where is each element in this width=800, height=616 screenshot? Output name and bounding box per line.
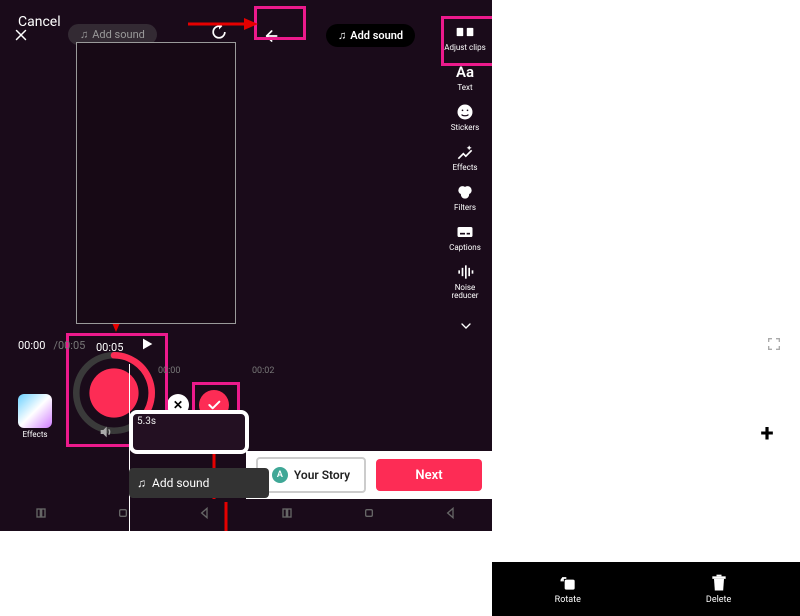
gap xyxy=(0,531,492,616)
delete-icon xyxy=(709,573,729,593)
rotate-icon xyxy=(558,573,578,593)
effects-label: Effects xyxy=(18,430,52,439)
add-clip-button[interactable]: + xyxy=(750,416,784,450)
clip-duration: 5.3s xyxy=(137,416,156,427)
post-record-screen: ♫ Add sound Adjust clips Aa Text Sticker… xyxy=(246,0,492,531)
delete-button[interactable]: Delete xyxy=(643,573,794,605)
effects-button[interactable]: Effects xyxy=(18,394,52,439)
music-note-icon: ♫ xyxy=(338,29,346,42)
nav-back-icon[interactable] xyxy=(443,505,459,525)
plus-icon: + xyxy=(760,419,773,447)
play-button[interactable] xyxy=(139,336,155,355)
effects-thumbnail xyxy=(18,394,52,428)
filters-tool[interactable]: Filters xyxy=(454,182,476,212)
add-sound-row[interactable]: ♫ Add sound xyxy=(129,468,269,498)
timeline-clip[interactable]: 5.3s xyxy=(129,410,249,454)
edit-tool-column: Adjust clips Aa Text Stickers Effects Fi… xyxy=(444,22,486,300)
your-story-label: Your Story xyxy=(294,468,350,482)
effects-tool[interactable]: Effects xyxy=(452,142,477,172)
effects-icon xyxy=(455,142,475,162)
chevron-down-icon[interactable] xyxy=(458,318,474,338)
cancel-button[interactable]: Cancel xyxy=(18,14,61,30)
android-nav-bar xyxy=(246,499,492,531)
playback-bar: 00:00/00:05 xyxy=(0,336,800,355)
nav-recent-icon[interactable] xyxy=(279,505,295,525)
rotate-button[interactable]: Rotate xyxy=(492,573,643,605)
timeline-tick: 00:00 xyxy=(158,366,180,376)
captions-icon xyxy=(455,222,475,242)
timeline-tick: 00:02 xyxy=(252,366,274,376)
nav-back-icon[interactable] xyxy=(197,505,213,525)
save-button[interactable]: Save xyxy=(752,14,782,30)
fullscreen-icon[interactable] xyxy=(766,336,782,355)
filters-icon xyxy=(455,182,475,202)
your-story-button[interactable]: A Your Story xyxy=(256,457,366,493)
time-current: 00:00 xyxy=(18,339,45,352)
add-sound-label: Add sound xyxy=(152,476,209,490)
add-sound-label: Add sound xyxy=(350,29,403,42)
noise-reducer-icon xyxy=(455,262,475,282)
noise-reducer-tool[interactable]: Noise reducer xyxy=(444,262,486,300)
android-nav-bar xyxy=(0,499,246,531)
text-tool[interactable]: Aa Text xyxy=(455,62,475,92)
stickers-icon xyxy=(455,102,475,122)
nav-home-icon[interactable] xyxy=(361,505,377,525)
captions-tool[interactable]: Captions xyxy=(449,222,481,252)
post-record-bottom-bar: A Your Story Next xyxy=(246,451,492,499)
stickers-tool[interactable]: Stickers xyxy=(451,102,480,132)
time-total: /00:05 xyxy=(53,339,85,352)
music-note-icon: ♫ xyxy=(137,476,146,490)
avatar: A xyxy=(272,467,288,483)
nav-recent-icon[interactable] xyxy=(33,505,49,525)
video-preview[interactable] xyxy=(76,42,236,324)
timeline-playhead[interactable] xyxy=(129,364,130,544)
volume-icon[interactable] xyxy=(98,424,114,444)
next-button[interactable]: Next xyxy=(376,459,482,491)
text-icon: Aa xyxy=(455,62,475,82)
next-label: Next xyxy=(415,468,442,483)
